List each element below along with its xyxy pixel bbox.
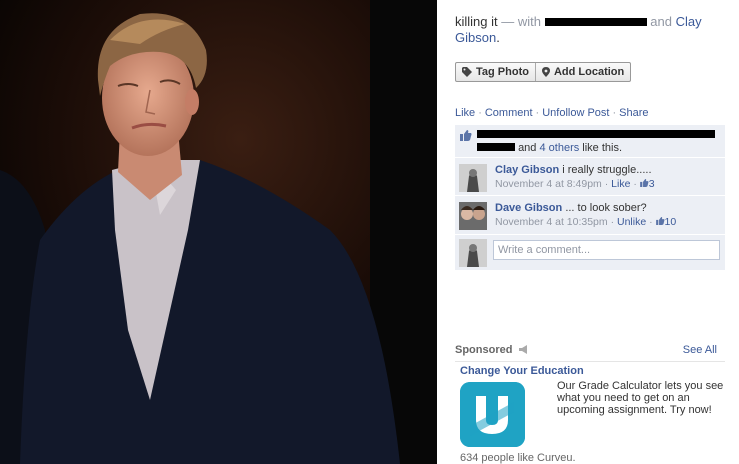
photo-viewer[interactable]	[0, 0, 437, 464]
thumbs-up-icon	[460, 130, 472, 141]
comment-text: ... to look sober?	[565, 202, 647, 214]
others-link[interactable]: 4 others	[539, 142, 579, 154]
comment-author[interactable]: Dave Gibson	[495, 202, 562, 214]
post-actions: Like · Comment · Unfollow Post · Share	[455, 107, 649, 119]
photo-image	[0, 0, 437, 464]
thumbs-up-icon	[655, 217, 665, 225]
add-location-label: Add Location	[553, 66, 625, 78]
likes-and: and	[518, 142, 537, 154]
separator: ·	[535, 107, 540, 119]
tag-icon	[462, 67, 472, 77]
caption-text: killing it	[455, 14, 498, 29]
ad-likes-count: 634 people like Curveu.	[460, 452, 576, 464]
ad-description: Our Grade Calculator lets you see what y…	[557, 380, 724, 416]
unfollow-post-link[interactable]: Unfollow Post	[542, 107, 609, 119]
comment-item: Dave Gibson ... to look sober? November …	[455, 195, 725, 234]
comment-like-link[interactable]: Like	[611, 178, 630, 190]
caption-and: and	[650, 14, 672, 29]
tag-photo-button[interactable]: Tag Photo	[456, 63, 535, 81]
comment-time[interactable]: November 4 at 10:35pm	[495, 216, 608, 228]
separator: ·	[612, 107, 617, 119]
thumbs-up-icon	[639, 179, 649, 187]
comment-unlike-link[interactable]: Unlike	[617, 216, 646, 228]
redacted-likers	[477, 143, 515, 152]
avatar	[459, 239, 487, 267]
comment-text: i really struggle.....	[562, 164, 652, 176]
comment-time[interactable]: November 4 at 8:49pm	[495, 178, 602, 190]
avatar[interactable]	[459, 164, 487, 192]
separator: ·	[478, 107, 482, 119]
avatar[interactable]	[459, 202, 487, 230]
likes-suffix: like this.	[582, 142, 623, 154]
sponsored-label: Sponsored	[455, 344, 513, 356]
photo-sidebar: killing it — with and Clay Gibson. Tag P…	[437, 0, 739, 464]
share-link[interactable]: Share	[619, 107, 648, 119]
redacted-name	[544, 17, 647, 26]
comment-author[interactable]: Clay Gibson	[495, 164, 559, 176]
write-comment-box	[455, 234, 725, 270]
curveu-logo	[460, 382, 525, 447]
tag-photo-label: Tag Photo	[476, 66, 529, 78]
megaphone-icon	[518, 345, 527, 354]
comment-input[interactable]	[493, 240, 720, 260]
photo-caption: killing it — with and Clay Gibson.	[455, 14, 725, 46]
comment-like-count[interactable]: 3	[639, 178, 655, 190]
see-all-link[interactable]: See All	[683, 344, 717, 356]
comment-item: Clay Gibson i really struggle..... Novem…	[455, 157, 725, 195]
like-link[interactable]: Like	[455, 107, 475, 119]
sponsored-header: Sponsored See All	[455, 344, 725, 362]
ad-logo[interactable]	[460, 382, 525, 447]
likes-summary: and 4 others like this.	[455, 125, 725, 157]
caption-with: — with	[501, 14, 541, 29]
location-pin-icon	[541, 67, 550, 77]
photo-action-buttons: Tag Photo Add Location	[455, 62, 632, 82]
add-location-button[interactable]: Add Location	[534, 63, 630, 81]
ad-title-link[interactable]: Change Your Education	[460, 365, 584, 377]
caption-period: .	[496, 30, 500, 45]
comment-like-count[interactable]: 10	[655, 216, 676, 228]
comment-link[interactable]: Comment	[485, 107, 533, 119]
redacted-likers	[477, 130, 715, 139]
